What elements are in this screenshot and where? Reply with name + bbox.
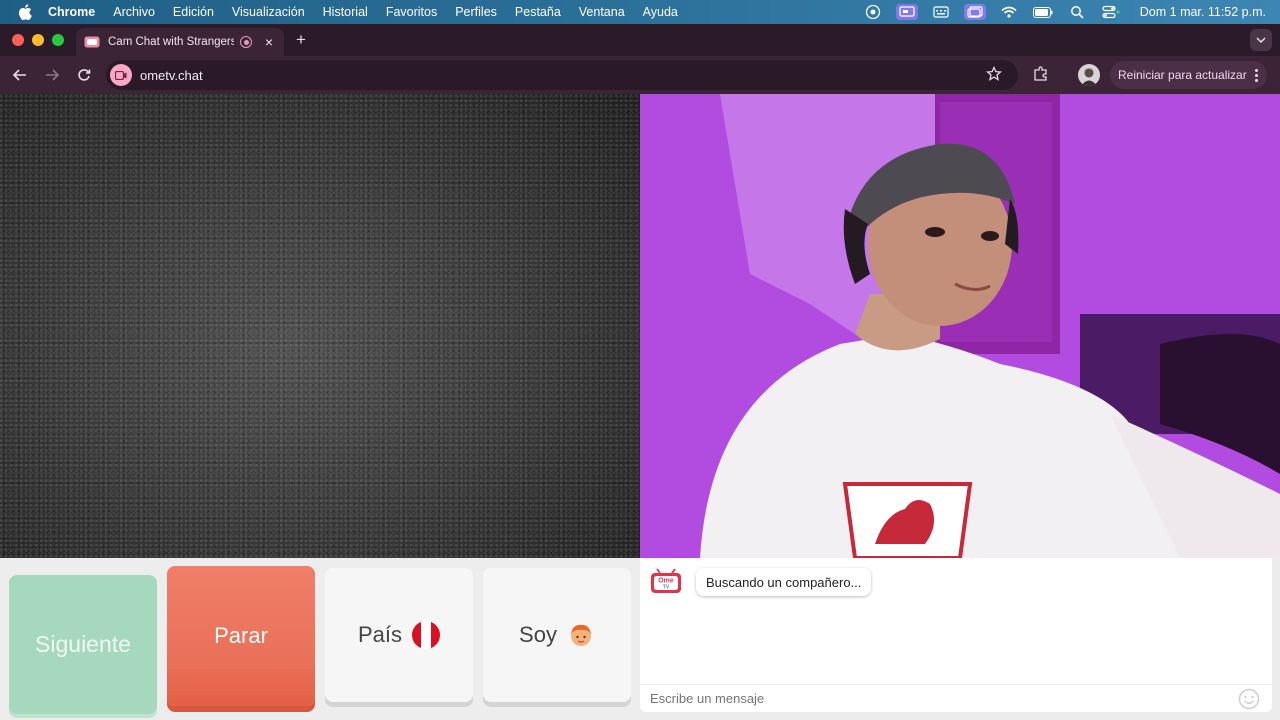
gender-selector-button[interactable]: Soy [483, 568, 631, 702]
window-close-button[interactable] [12, 34, 24, 46]
reload-icon[interactable] [74, 65, 94, 85]
screen-mirroring-icon[interactable] [895, 4, 918, 20]
next-button-label: Siguiente [35, 631, 131, 657]
address-bar-url: ometv.chat [140, 67, 203, 83]
menu-archivo[interactable]: Archivo [113, 5, 155, 19]
window-fullscreen-button[interactable] [52, 34, 64, 46]
profile-avatar[interactable] [1078, 64, 1100, 86]
spotlight-search-icon[interactable] [1066, 4, 1088, 20]
menu-ayuda[interactable]: Ayuda [643, 5, 678, 19]
menu-pestana[interactable]: Pestaña [515, 5, 561, 19]
menu-favoritos[interactable]: Favoritos [386, 5, 437, 19]
address-bar[interactable]: ometv.chat [106, 60, 1018, 90]
message-input-bar [640, 684, 1272, 712]
menu-edicion[interactable]: Edición [173, 5, 214, 19]
stage-manager-icon[interactable] [963, 4, 986, 20]
chat-panel: Ome TV Buscando un compañero... [640, 558, 1272, 712]
menu-perfiles[interactable]: Perfiles [455, 5, 497, 19]
ometv-logo-icon: Ome TV [650, 568, 682, 593]
control-buttons-panel: Siguiente Parar País Soy [0, 558, 640, 720]
self-webcam-video [640, 94, 1280, 558]
country-selector-button[interactable]: País [325, 568, 473, 702]
message-input[interactable] [650, 691, 1210, 706]
keyboard-icon[interactable] [930, 4, 952, 20]
next-button[interactable]: Siguiente [9, 575, 157, 714]
apple-icon[interactable] [16, 3, 34, 21]
stranger-video-static [0, 94, 640, 558]
menu-bar-clock[interactable]: Dom 1 mar. 11:52 p.m. [1140, 5, 1266, 19]
new-tab-plus-icon[interactable]: + [292, 30, 310, 49]
macos-menu-bar: Chrome Archivo Edición Visualización His… [0, 0, 1280, 24]
tab-close-icon[interactable]: × [262, 34, 276, 50]
battery-icon[interactable] [1032, 4, 1054, 20]
more-options-icon[interactable] [1255, 68, 1259, 82]
forward-arrow-icon[interactable] [42, 65, 62, 85]
screen-share-status-icon[interactable] [862, 4, 884, 20]
webcam-person-illustration [640, 94, 1280, 558]
stop-button-label: Parar [214, 623, 268, 648]
stop-button[interactable]: Parar [167, 566, 315, 706]
tab-title: Cam Chat with Strangers [108, 36, 234, 48]
menu-historial[interactable]: Historial [323, 5, 368, 19]
peru-flag-icon [412, 621, 440, 649]
logo-text-bottom: TV [663, 585, 670, 591]
status-message-text: Buscando un compañero... [706, 574, 862, 590]
bookmark-star-icon[interactable] [986, 65, 1004, 84]
restart-to-update-button[interactable]: Reiniciar para actualizar [1110, 61, 1267, 89]
control-center-icon[interactable] [1100, 4, 1122, 20]
tv-favicon-icon [84, 36, 100, 48]
menu-ventana[interactable]: Ventana [579, 5, 625, 19]
country-button-label: País [357, 622, 403, 647]
wifi-icon[interactable] [998, 4, 1020, 20]
browser-chrome: Cam Chat with Strangers × + ometv.chat R… [0, 24, 1280, 94]
emoji-smiley-icon[interactable] [1238, 688, 1260, 710]
tab-active[interactable]: Cam Chat with Strangers × [76, 28, 284, 56]
tab-strip: Cam Chat with Strangers × + [0, 24, 1280, 56]
recording-indicator-icon [240, 36, 252, 48]
status-message-bubble: Buscando un compañero... [696, 568, 872, 596]
tab-search-chevron-icon[interactable] [1250, 29, 1272, 51]
site-camera-icon[interactable] [110, 64, 132, 86]
boy-emoji-icon [567, 621, 595, 649]
gender-button-label: Soy [519, 622, 557, 647]
menu-visualizacion[interactable]: Visualización [232, 5, 305, 19]
menu-app-name[interactable]: Chrome [48, 5, 95, 19]
logo-text-top: Ome [658, 578, 674, 585]
extensions-puzzle-icon[interactable] [1032, 65, 1052, 85]
tv-static-noise [0, 94, 640, 558]
back-arrow-icon[interactable] [10, 65, 30, 85]
ometv-page: Siguiente Parar País Soy Ome TV Buscando… [0, 94, 1280, 720]
window-minimize-button[interactable] [32, 34, 44, 46]
restart-to-update-label: Reiniciar para actualizar [1118, 68, 1247, 82]
browser-toolbar: ometv.chat Reiniciar para actualizar [0, 56, 1280, 94]
